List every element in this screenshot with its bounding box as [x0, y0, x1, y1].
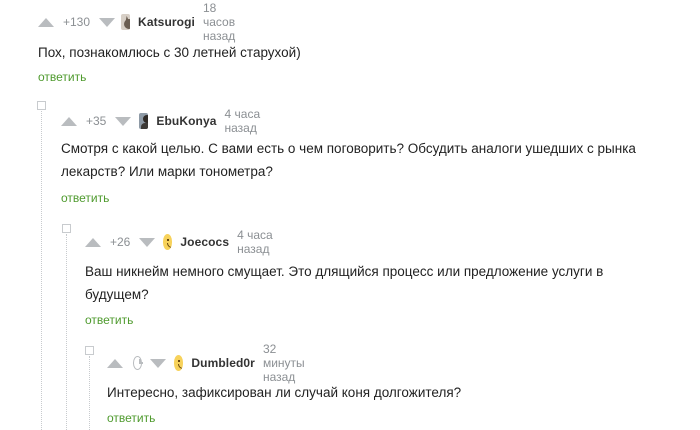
- comment-time[interactable]: 32 минуты назад: [263, 342, 320, 384]
- upvote-icon[interactable]: [85, 237, 101, 247]
- comment-header: +35 EbuKonya 4 часа назад: [61, 107, 268, 135]
- comment-header: +26 Joecocs 4 часа назад: [85, 228, 280, 256]
- comment-author[interactable]: Katsurogi: [138, 15, 195, 29]
- comment-author[interactable]: Joecocs: [180, 235, 229, 249]
- clock-icon: [133, 356, 144, 370]
- comment-header: Dumbled0r 32 минуты назад: [107, 342, 320, 384]
- emoji-avatar-icon[interactable]: [173, 355, 184, 371]
- person-avatar-icon[interactable]: [138, 113, 149, 129]
- reply-link[interactable]: ответить: [85, 313, 133, 327]
- branch-line: [41, 111, 42, 430]
- comment-text: Пох, познакомлюсь с 30 летней старухой): [38, 45, 301, 60]
- upvote-icon[interactable]: [61, 116, 77, 126]
- comment-time[interactable]: 4 часа назад: [237, 228, 280, 256]
- comment-text: Интересно, зафиксирован ли случай коня д…: [107, 385, 462, 400]
- reply-link[interactable]: ответить: [61, 191, 109, 205]
- comment-rating: +35: [86, 114, 107, 128]
- comment-text: Ваш никнейм немного смущает. Это длящийс…: [85, 264, 604, 302]
- downvote-icon[interactable]: [150, 358, 167, 368]
- collapse-branch-toggle[interactable]: [37, 101, 46, 110]
- comment-author[interactable]: EbuKonya: [156, 114, 216, 128]
- upvote-icon[interactable]: [107, 358, 123, 368]
- comment-time[interactable]: 4 часа назад: [225, 107, 268, 135]
- reply-link[interactable]: ответить: [107, 411, 155, 425]
- cat-avatar-icon[interactable]: [121, 14, 131, 30]
- branch-line: [66, 234, 67, 430]
- comment-header: +130 Katsurogi 18 часов назад: [38, 1, 248, 43]
- comment-author[interactable]: Dumbled0r: [191, 356, 255, 370]
- downvote-icon[interactable]: [99, 17, 116, 27]
- comment-time[interactable]: 18 часов назад: [203, 1, 248, 43]
- reply-link[interactable]: ответить: [38, 70, 86, 84]
- branch-line: [89, 356, 90, 430]
- collapse-branch-toggle[interactable]: [85, 346, 94, 355]
- collapse-branch-toggle[interactable]: [62, 224, 71, 233]
- downvote-icon[interactable]: [139, 237, 156, 247]
- emoji-avatar-icon[interactable]: [162, 234, 173, 250]
- downvote-icon[interactable]: [115, 116, 132, 126]
- upvote-icon[interactable]: [38, 17, 54, 27]
- comment-rating: +130: [63, 15, 91, 29]
- comment-rating: +26: [110, 235, 131, 249]
- comment-text: Смотря с какой целью. С вами есть о чем …: [61, 141, 636, 179]
